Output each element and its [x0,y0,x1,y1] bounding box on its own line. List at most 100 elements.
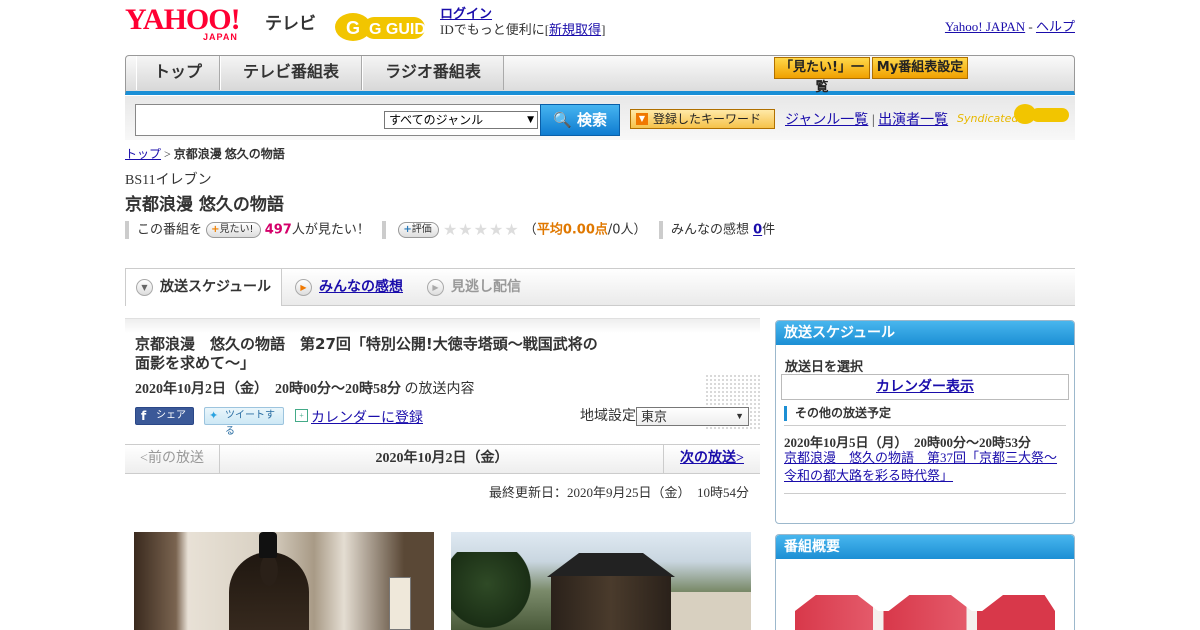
chevron-down-icon: ▼ [527,115,534,125]
tab-label: 放送スケジュール [160,279,272,295]
help-link[interactable]: ヘルプ [1036,19,1075,34]
sidebar-schedule-head: 放送スケジュール [776,321,1074,345]
tab-broadcast-schedule[interactable]: ▼ 放送スケジュール [125,269,282,306]
tab-top[interactable]: トップ [136,56,220,90]
twitter-bird-icon: ✦ [209,409,219,422]
tab-radio-listings[interactable]: ラジオ番組表 [362,56,504,90]
tv-label: テレビ [265,14,316,34]
last-updated: 最終更新日：2020年9月25日（金） 10時54分 [488,485,749,500]
registered-keyword-label: 登録したキーワード [653,112,762,126]
search-button-label: 検索 [576,111,607,129]
triangle-down-icon: ▼ [136,279,153,296]
link-separator: | [871,113,875,128]
region-label: 地域設定 [580,409,636,424]
tweet-label: ツイートする [225,410,275,437]
main-nav: トップ テレビ番組表 ラジオ番組表 「見たい!」一覧 My番組表設定 [125,55,1075,95]
genre-select-value: すべてのジャンル [389,113,484,127]
sidebar-summary-head: 番組概要 [776,535,1074,559]
pine-tree [451,552,541,630]
breadcrumb-top[interactable]: トップ [125,147,161,161]
search-bar: すべてのジャンル ▼ 🔍 検索 ▼ 登録したキーワード ジャンル一覧 | 出演者… [125,96,1075,140]
episode-datetime: 2020年10月2日（金） 20時00分～20時58分 の放送内容 [135,378,475,398]
next-broadcast-link[interactable]: 次の放送> [663,445,760,473]
tweet-button[interactable]: ✦ ツイートする [204,407,284,437]
region-select-value: 東京 [641,409,668,424]
page-title: 京都浪漫 悠久の物語 [125,195,284,215]
region-select[interactable]: 東京 ▼ [636,407,749,426]
logo-text: YAHOO! [125,3,241,36]
program-summary-image [795,595,1055,630]
avg-score: 平均0.00点 [536,222,608,238]
login-link[interactable]: ログイン [440,6,492,21]
reviews-count-link[interactable]: 0 [753,223,762,238]
mitai-button-label: 見たい! [219,224,254,235]
current-date: 2020年10月2日（金） [375,451,509,466]
tab-reviews[interactable]: ▶ みんなの感想 [285,269,415,306]
yahoo-japan-logo[interactable]: YAHOO! JAPAN [125,5,265,43]
star-rating: ★★★★★ [442,220,520,239]
chevron-down-icon: ▼ [735,411,744,421]
station-name: BS11イレブン [125,173,212,188]
tab-label: 見逃し配信 [451,279,521,295]
breadcrumb-current: 京都浪漫 悠久の物語 [173,147,285,161]
registered-keyword-button[interactable]: ▼ 登録したキーワード [630,109,775,129]
genre-select[interactable]: すべてのジャンル ▼ [384,111,538,129]
add-to-calendar-link[interactable]: + カレンダーに登録 [295,407,423,427]
syndicated-label: Syndicated [957,112,1019,125]
facebook-icon: f [141,409,147,423]
episode-header: 京都浪漫 悠久の物語 第27回「特別公開!大徳寺塔頭～戦国武将の面影を求めて～」… [125,318,760,437]
avg-count: /0人） [607,222,647,238]
tab-label: みんなの感想 [319,279,403,295]
mitai-button[interactable]: +見たい! [206,222,261,238]
divider [382,221,387,239]
mitai-list-button[interactable]: 「見たい!」一覧 [774,57,870,95]
wooden-sign [389,577,411,630]
episode-title: 京都浪漫 悠久の物語 第27回「特別公開!大徳寺塔頭～戦国武将の面影を求めて～」 [135,335,598,372]
facebook-share-label: シェア [156,410,186,421]
rate-button[interactable]: +評価 [398,222,439,238]
my-program-button[interactable]: My番組表設定 [872,57,968,79]
other-broadcast-link[interactable]: 京都浪漫 悠久の物語 第37回「京都三大祭～令和の都大路を彩る時代祭」 [784,449,1068,485]
prev-broadcast: <前の放送 [125,445,220,473]
header: YAHOO! JAPAN テレビ G G GUIDE ログイン IDでもっと便利… [125,5,1075,50]
divider [784,493,1066,494]
other-broadcasts-label: その他の放送予定 [784,406,891,421]
calendar-view-button[interactable]: カレンダー表示 [781,374,1069,400]
program-stats: この番組を +見たい! 497人が見たい！ +評価 ★★★★★ （平均0.00点… [125,220,925,240]
tab-tv-listings[interactable]: テレビ番組表 [220,56,362,90]
triangle-down-icon: ▼ [636,113,648,125]
play-icon: ▶ [427,279,444,296]
sidebar-schedule: 放送スケジュール 放送日を選択 カレンダー表示 その他の放送予定 2020年10… [775,320,1075,524]
reviews-unit: 件 [762,222,776,238]
logo-sub: JAPAN [203,32,238,42]
this-program-label: この番組を [137,222,203,238]
id-text-post: ] [601,22,606,37]
sidebar-summary: 番組概要 [775,534,1075,630]
gguide-logo[interactable]: G G GUIDE [333,7,437,45]
statue-hat [259,532,277,558]
search-button[interactable]: 🔍 検索 [540,104,620,136]
id-text-pre: IDでもっと便利に[ [440,22,550,37]
divider [125,221,129,239]
divider [658,221,663,239]
episode-datetime-suffix: の放送内容 [404,382,475,397]
login-area: ログイン IDでもっと便利に[新規取得] [440,6,605,38]
plus-icon: + [403,224,412,235]
reviews-label: みんなの感想 [670,222,749,238]
facebook-share-button[interactable]: f シェア [135,407,194,425]
episode-photo-temple-gate [451,532,751,630]
yahoo-japan-link[interactable]: Yahoo! JAPAN [945,19,1025,34]
select-date-label: 放送日を選択 [785,360,864,375]
mitai-suffix: 人が見たい！ [291,222,370,238]
rate-button-label: 評価 [411,224,432,235]
signup-link[interactable]: 新規取得 [549,22,601,37]
genre-list-link[interactable]: ジャンル一覧 [785,113,868,128]
performer-list-link[interactable]: 出演者一覧 [878,113,948,128]
calendar-icon: + [295,409,308,422]
gguide-small-logo [1013,102,1071,126]
header-separator: - [1028,19,1033,34]
breadcrumb-sep: > [164,147,171,161]
svg-text:G: G [346,18,360,38]
divider [784,425,1066,426]
breadcrumb: トップ > 京都浪漫 悠久の物語 [125,145,285,162]
